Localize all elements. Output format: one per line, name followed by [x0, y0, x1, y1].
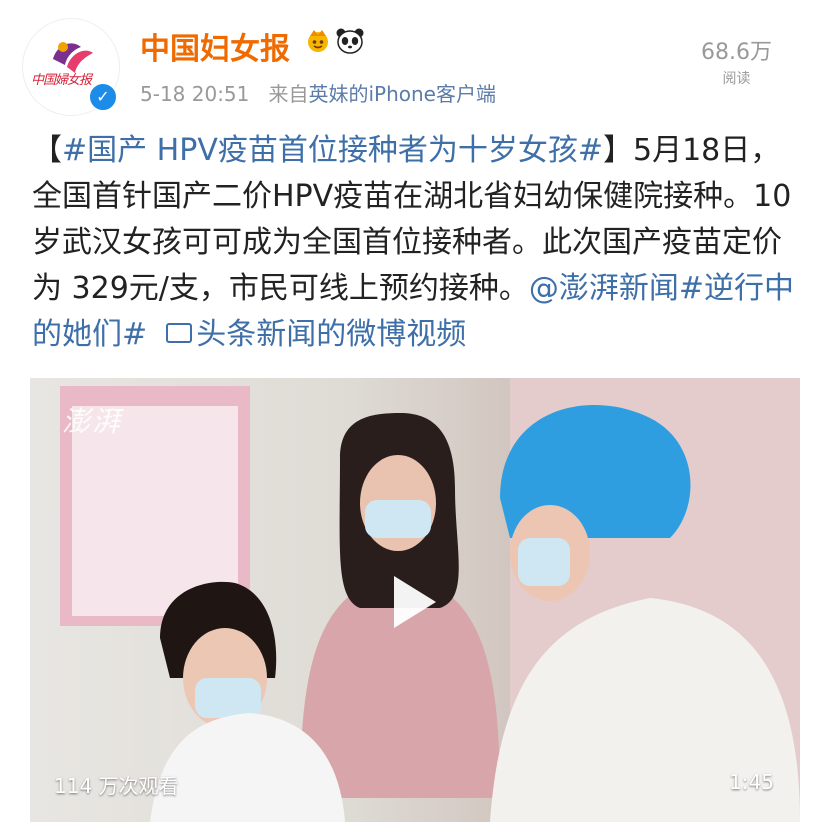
- logo-text: 中国婦女报: [31, 73, 92, 88]
- read-count: 68.6万 阅读: [701, 34, 772, 88]
- source-app-link[interactable]: 英妹的iPhone客户端: [308, 82, 496, 106]
- video-player[interactable]: 澎湃 114 万次观看 1:45: [30, 378, 800, 822]
- read-count-label: 阅读: [722, 71, 751, 87]
- bracket-open: 【: [32, 133, 62, 168]
- mention-link[interactable]: @澎湃新闻: [529, 271, 679, 306]
- post-header: 中国婦女报 ✓ 中国妇女报 5-18 20:51 来自英妹的iPhone客户端 …: [0, 0, 828, 120]
- video-link-label: 头条新闻的微博视频: [196, 317, 467, 352]
- post-text: 【#国产 HPV疫苗首位接种者为十岁女孩#】5月18日，全国首针国产二价HPV疫…: [32, 128, 802, 358]
- source-prefix: 来自: [268, 82, 309, 106]
- video-link[interactable]: 头条新闻的微博视频: [166, 317, 466, 352]
- play-icon[interactable]: [394, 576, 436, 628]
- post-time: 5-18 20:51: [140, 82, 250, 106]
- panda-icon[interactable]: [336, 28, 364, 54]
- verified-icon: ✓: [88, 82, 118, 112]
- read-count-value: 68.6万: [701, 40, 772, 65]
- crown-icon[interactable]: [304, 26, 332, 54]
- video-watermark: 澎湃: [62, 405, 123, 438]
- account-name[interactable]: 中国妇女报: [140, 24, 290, 68]
- post-meta: 5-18 20:51 来自英妹的iPhone客户端: [140, 78, 496, 107]
- video-play-count: 114 万次观看: [54, 774, 179, 798]
- video-camera-icon: [166, 322, 193, 343]
- video-duration: 1:45: [729, 770, 774, 794]
- topic-link[interactable]: #国产 HPV疫苗首位接种者为十岁女孩#: [62, 133, 603, 168]
